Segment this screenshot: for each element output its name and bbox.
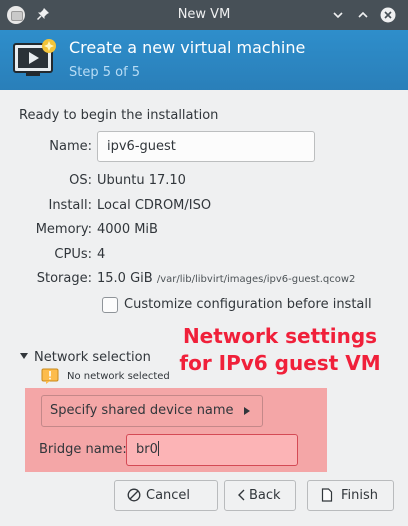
maximize-icon[interactable] xyxy=(355,7,371,23)
memory-label: Memory: xyxy=(35,222,92,237)
customize-checkbox[interactable] xyxy=(102,297,118,313)
document-icon xyxy=(321,488,333,502)
bridge-name-label: Bridge name: xyxy=(39,442,127,457)
storage-size: 15.0 GiB xyxy=(97,271,153,286)
header-step: Step 5 of 5 xyxy=(69,65,141,80)
cancel-button[interactable]: Cancel xyxy=(114,480,218,511)
memory-value: 4000 MiB xyxy=(97,222,158,237)
annotation-text: Network settings for IPv6 guest VM xyxy=(165,323,395,377)
customize-checkbox-label[interactable]: Customize configuration before install xyxy=(124,297,372,312)
cpus-label: CPUs: xyxy=(54,247,92,262)
back-button[interactable]: Back xyxy=(224,480,296,511)
storage-value: 15.0 GiB /var/lib/libvirt/images/ipv6-gu… xyxy=(97,271,355,286)
network-selection-label[interactable]: Network selection xyxy=(34,350,151,365)
network-source-label: Specify shared device name xyxy=(50,403,234,418)
text-caret xyxy=(157,441,159,456)
bridge-name-value: br0 xyxy=(136,442,158,457)
header-title: Create a new virtual machine xyxy=(69,38,306,57)
wizard-header: Create a new virtual machine Step 5 of 5 xyxy=(0,30,408,90)
close-icon[interactable] xyxy=(380,7,396,23)
storage-label: Storage: xyxy=(36,271,92,286)
name-label: Name: xyxy=(49,139,92,154)
warning-icon xyxy=(41,368,59,384)
finish-button[interactable]: Finish xyxy=(307,480,394,511)
network-source-button[interactable]: Specify shared device name xyxy=(41,395,263,427)
title-bar: New VM xyxy=(0,0,408,30)
warning-label: No network selected xyxy=(67,371,170,382)
expander-triangle-icon[interactable] xyxy=(20,353,28,359)
annotation-line-2: for IPv6 guest VM xyxy=(179,351,381,375)
annotation-line-1: Network settings xyxy=(182,324,378,348)
submenu-arrow-icon xyxy=(244,407,250,415)
window-title: New VM xyxy=(177,7,231,22)
back-arrow-icon xyxy=(238,489,245,501)
network-settings-panel: Specify shared device name Bridge name: … xyxy=(25,388,327,472)
os-label: OS: xyxy=(69,173,92,188)
minimize-icon[interactable] xyxy=(330,7,346,23)
finish-label: Finish xyxy=(341,488,379,503)
install-value: Local CDROM/ISO xyxy=(97,198,212,213)
cancel-label: Cancel xyxy=(146,488,191,503)
cpus-value: 4 xyxy=(97,247,106,262)
vm-monitor-icon xyxy=(13,39,56,76)
back-label: Back xyxy=(249,488,281,503)
summary-heading: Ready to begin the installation xyxy=(19,108,219,123)
os-value: Ubuntu 17.10 xyxy=(97,173,186,188)
cancel-icon xyxy=(127,488,141,502)
bridge-name-input[interactable]: br0 xyxy=(126,434,298,466)
storage-path: /var/lib/libvirt/images/ipv6-guest.qcow2 xyxy=(156,274,356,285)
name-input[interactable]: ipv6-guest xyxy=(97,131,315,162)
install-label: Install: xyxy=(48,198,92,213)
